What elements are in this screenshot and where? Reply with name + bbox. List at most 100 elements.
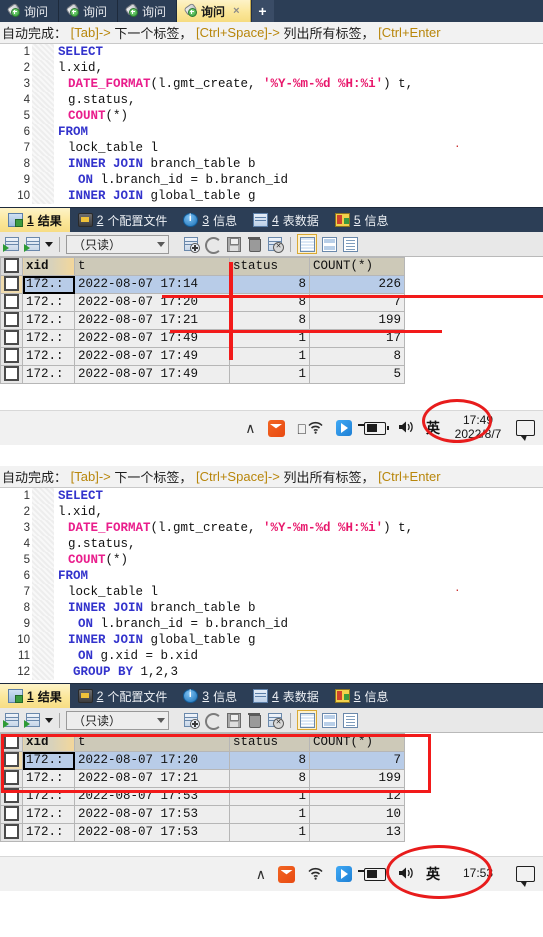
cell-status[interactable]: 8 [229, 275, 310, 294]
query-tab-2[interactable]: 询问 [59, 0, 119, 22]
checkbox-icon[interactable] [4, 366, 19, 382]
volume-icon-2[interactable] [398, 866, 414, 882]
grid-add-record-icon[interactable] [3, 235, 21, 253]
cell-count[interactable]: 12 [309, 787, 405, 806]
result-grid-top[interactable]: xid t status COUNT(*) 172.: 2022-08-07 17:14… [0, 257, 543, 384]
cell-xid[interactable]: 172.: [22, 365, 75, 384]
insert-record-icon[interactable] [182, 235, 200, 253]
media-player-icon[interactable] [336, 420, 352, 436]
view-grid-icon-2[interactable] [297, 710, 317, 730]
cell-count[interactable]: 8 [309, 347, 405, 366]
readonly-select-2[interactable]: （只读） [66, 710, 169, 730]
checkbox-icon[interactable] [4, 330, 19, 346]
delete-record-icon-2[interactable] [245, 711, 263, 729]
column-header-status[interactable]: status [229, 733, 310, 752]
table-row[interactable]: 172.: 2022-08-07 17:53 1 13 [0, 823, 543, 842]
cell-count[interactable]: 7 [309, 751, 405, 770]
checkbox-icon[interactable] [4, 752, 19, 768]
mail-app-icon[interactable] [267, 419, 285, 437]
grid-dropdown-caret-icon[interactable] [45, 241, 53, 247]
cell-count[interactable]: 199 [309, 769, 405, 788]
cell-t[interactable]: 2022-08-07 17:49 [74, 329, 230, 348]
query-tab-3[interactable]: 询问 [118, 0, 178, 22]
query-tab-4[interactable]: 询问 × [177, 0, 251, 22]
select-all-header[interactable] [0, 257, 23, 276]
action-center-icon[interactable] [516, 420, 535, 441]
grid-apply-icon-2[interactable] [24, 711, 42, 729]
row-checkbox[interactable] [0, 769, 23, 788]
cell-xid[interactable]: 172.: [22, 751, 75, 770]
cell-t[interactable]: 2022-08-07 17:20 [74, 751, 230, 770]
cancel-record-icon[interactable]: ✕ [266, 235, 284, 253]
action-center-icon-2[interactable] [516, 866, 535, 887]
cell-count[interactable]: 199 [309, 311, 405, 330]
cell-xid[interactable]: 172.: [22, 805, 75, 824]
row-checkbox[interactable] [0, 751, 23, 770]
sql-editor-top[interactable]: · 1 SELECT 2 l.xid, 3 DATE_FORMAT(l.gmt_creat… [0, 44, 543, 207]
checkbox-icon[interactable] [4, 806, 19, 822]
row-checkbox[interactable] [0, 787, 23, 806]
taskbar-clock[interactable]: 17:49 2022/8/7 [452, 413, 504, 442]
table-row[interactable]: 172.: 2022-08-07 17:53 1 10 [0, 805, 543, 824]
cell-status[interactable]: 1 [229, 347, 310, 366]
table-row[interactable]: 172.: 2022-08-07 17:20 8 7 [0, 751, 543, 770]
cancel-record-icon-2[interactable]: ✕ [266, 711, 284, 729]
cell-status[interactable]: 8 [229, 769, 310, 788]
sql-editor-bottom[interactable]: · 1 SELECT 2 l.xid, 3 DATE_FORMAT(l.gmt_creat… [0, 488, 543, 683]
cell-xid[interactable]: 172.: [22, 823, 75, 842]
table-row[interactable]: 172.: 2022-08-07 17:21 8 199 [0, 311, 543, 330]
result-grid-bottom[interactable]: xid t status COUNT(*) 172.: 2022-08-07 17:20… [0, 733, 543, 842]
select-all-header[interactable] [0, 733, 23, 752]
result-tab-4[interactable]: 4 表数据 [245, 684, 327, 708]
result-tab-2[interactable]: 2 个配置文件 [70, 684, 176, 708]
cell-t[interactable]: 2022-08-07 17:20 [74, 293, 230, 312]
ime-indicator[interactable]: 英 [426, 418, 440, 438]
view-text-icon-2[interactable] [341, 711, 359, 729]
cell-status[interactable]: 1 [229, 805, 310, 824]
cell-xid[interactable]: 172.: [22, 293, 75, 312]
view-text-icon[interactable] [341, 235, 359, 253]
save-record-icon[interactable] [224, 235, 242, 253]
column-header-t[interactable]: t [74, 733, 230, 752]
row-checkbox[interactable] [0, 365, 23, 384]
mail-app-icon-2[interactable] [278, 865, 295, 883]
checkbox-icon[interactable] [4, 258, 19, 274]
cell-status[interactable]: 1 [229, 787, 310, 806]
result-tab-1[interactable]: 1 结果 [0, 684, 70, 708]
cell-t[interactable]: 2022-08-07 17:21 [74, 769, 230, 788]
result-tab-4[interactable]: 4 表数据 [245, 208, 327, 232]
insert-record-icon-2[interactable] [182, 711, 200, 729]
view-form-icon[interactable] [320, 235, 338, 253]
delete-record-icon[interactable] [245, 235, 263, 253]
table-row[interactable]: 172.: 2022-08-07 17:49 1 17 [0, 329, 543, 348]
column-header-xid[interactable]: xid [22, 257, 75, 276]
show-hidden-icons-icon[interactable]: ∧ [245, 421, 255, 435]
column-header-count[interactable]: COUNT(*) [309, 257, 405, 276]
result-tab-5[interactable]: 5 信息 [327, 208, 397, 232]
column-header-xid[interactable]: xid [22, 733, 75, 752]
wifi-icon[interactable]:  [297, 420, 325, 436]
cell-xid[interactable]: 172.: [22, 347, 75, 366]
table-row[interactable]: 172.: 2022-08-07 17:14 8 226 [0, 275, 543, 294]
ime-indicator-2[interactable]: 英 [426, 864, 440, 884]
grid-add-record-icon-2[interactable] [3, 711, 21, 729]
cell-xid[interactable]: 172.: [22, 275, 75, 294]
cell-t[interactable]: 2022-08-07 17:53 [74, 805, 230, 824]
cell-status[interactable]: 8 [229, 293, 310, 312]
save-record-icon-2[interactable] [224, 711, 242, 729]
checkbox-icon[interactable] [4, 734, 19, 750]
table-row[interactable]: 172.: 2022-08-07 17:21 8 199 [0, 769, 543, 788]
cell-t[interactable]: 2022-08-07 17:53 [74, 823, 230, 842]
battery-icon[interactable] [358, 421, 389, 435]
cell-status[interactable]: 1 [229, 365, 310, 384]
readonly-select[interactable]: （只读） [66, 234, 169, 254]
cell-t[interactable]: 2022-08-07 17:49 [74, 347, 230, 366]
volume-icon[interactable] [398, 420, 414, 436]
column-header-count[interactable]: COUNT(*) [309, 733, 405, 752]
cell-status[interactable]: 1 [229, 329, 310, 348]
checkbox-icon[interactable] [4, 294, 19, 310]
taskbar-clock-2[interactable]: 17:53 [452, 866, 504, 881]
column-header-t[interactable]: t [74, 257, 230, 276]
row-checkbox[interactable] [0, 823, 23, 842]
row-checkbox[interactable] [0, 275, 23, 294]
